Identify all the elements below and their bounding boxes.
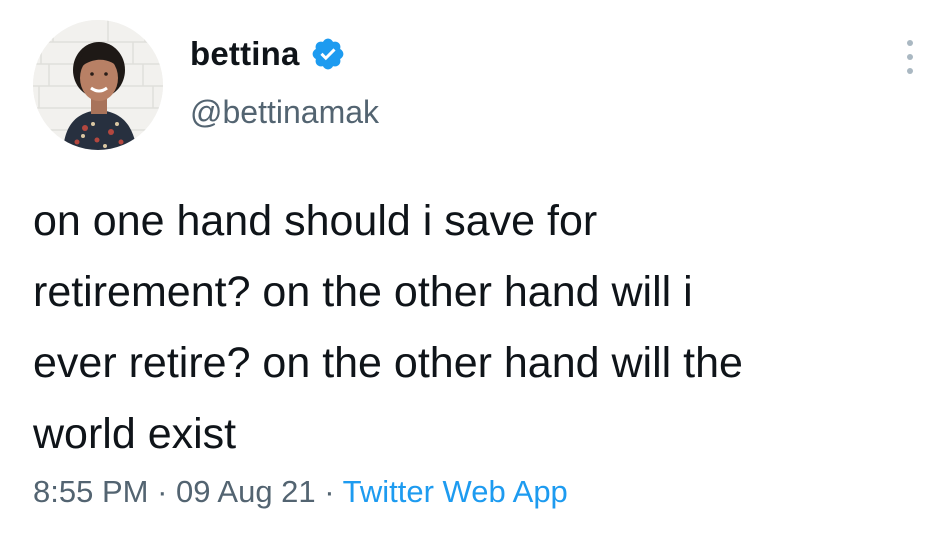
tweet-source-link[interactable]: Twitter Web App bbox=[343, 474, 568, 509]
author-handle[interactable]: @bettinamak bbox=[190, 94, 379, 131]
meta-separator: · bbox=[148, 474, 177, 509]
more-options-icon[interactable] bbox=[898, 40, 922, 74]
tweet-meta: 8:55 PM · 09 Aug 21 · Twitter Web App bbox=[33, 474, 568, 510]
display-name[interactable]: bettina bbox=[190, 35, 300, 73]
more-dot bbox=[907, 54, 913, 60]
more-dot bbox=[907, 68, 913, 74]
meta-separator: · bbox=[315, 474, 343, 509]
avatar-photo-icon bbox=[33, 20, 163, 150]
author-name-row[interactable]: bettina bbox=[190, 30, 346, 78]
more-dot bbox=[907, 40, 913, 46]
tweet-date[interactable]: 09 Aug 21 bbox=[176, 474, 316, 509]
tweet-time[interactable]: 8:55 PM bbox=[33, 474, 148, 509]
verified-badge-icon bbox=[310, 36, 346, 72]
tweet-text: on one hand should i save for retirement… bbox=[33, 197, 743, 458]
avatar[interactable] bbox=[33, 20, 163, 150]
tweet-card: bettina @bettinamak on one hand should i… bbox=[0, 0, 940, 533]
